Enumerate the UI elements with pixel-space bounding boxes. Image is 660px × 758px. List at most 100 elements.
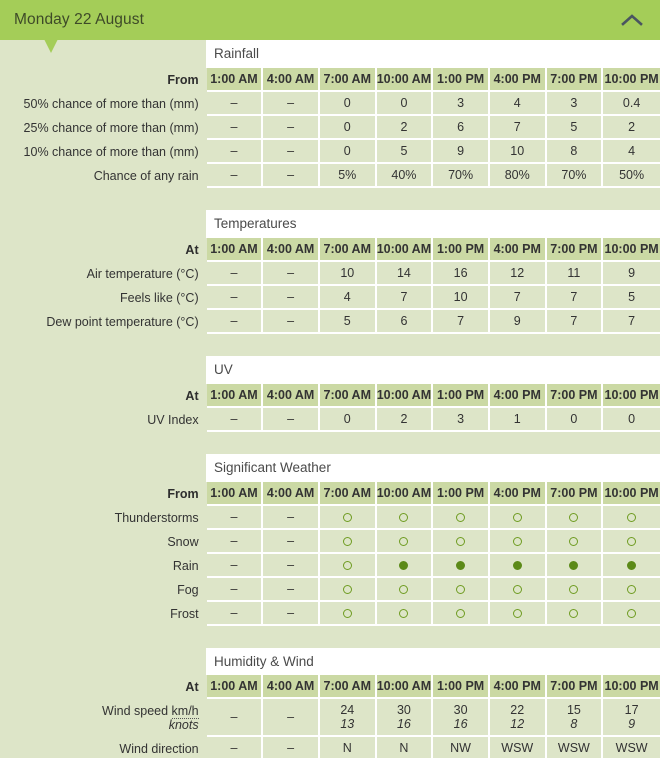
data-cell: 9 [489,309,547,334]
time-column-header: 4:00 AM [263,67,320,92]
time-column-header: 7:00 AM [319,67,377,92]
marker-open-icon [399,608,409,618]
time-column-header: 10:00 PM [603,675,660,700]
section-title: Rainfall [206,40,660,68]
data-cell: 7 [603,309,660,334]
marker-open-icon [456,512,466,522]
marker-open-icon [569,536,579,546]
data-cell: 15 8 [546,699,604,738]
data-cell: 0 [319,407,377,432]
marker-open-icon [342,512,352,522]
table-row: Thunderstorms – – [0,505,660,530]
marker-open-icon [342,536,352,546]
data-cell: WSW [603,737,660,758]
wind-speed-kmh-value: – [230,710,238,725]
row-label: UV Index [0,407,207,432]
wind-speed-knots-value: 16 [396,717,411,732]
data-cell: WSW [489,737,547,758]
data-cell: 7 [546,309,604,334]
wind-speed-kmh-value: 24 [340,703,355,717]
data-cell [546,553,604,578]
section-spacer-cell [0,333,660,356]
data-cell: – [206,309,264,334]
section-title: UV [206,355,660,384]
data-cell: 7 [489,115,547,140]
marker-open-icon [569,584,579,594]
data-cell: 5 [546,115,604,140]
row-label: Wind direction [0,737,207,758]
time-header-row: At 1:00 AM 4:00 AM 7:00 AM 10:00 AM 1:00 PM 4:… [0,383,660,408]
section-spacer [0,431,660,454]
data-cell: WSW [546,737,604,758]
table-row: Feels like (°C) – –4 7 10 7 7 5 [0,285,660,310]
row-label: Dew point temperature (°C) [0,309,207,334]
data-cell [603,577,660,602]
data-cell [376,553,434,578]
marker-open-icon [569,608,579,618]
data-cell: 2 [603,115,660,140]
time-column-header: 7:00 PM [546,383,604,408]
forecast-table: From 1:00 AM 4:00 AM 7:00 AM 10:00 AM 1:00 PM… [0,481,660,648]
data-cell: – [263,699,320,738]
data-cell: 40% [376,163,434,188]
row-label: 10% chance of more than (mm) [0,139,207,164]
time-axis-label: From [0,67,207,92]
data-cell [433,553,490,578]
data-cell: – [206,529,264,554]
marker-open-icon [456,608,466,618]
marker-open-icon [399,584,409,594]
row-label: Fog [0,577,207,602]
time-column-header: 1:00 AM [206,237,264,262]
data-cell: 6 [376,309,434,334]
section-title-spacer [0,40,206,68]
section-title-spacer [0,647,206,676]
data-cell: 9 [433,139,490,164]
forecast-table: From 1:00 AM 4:00 AM 7:00 AM 10:00 AM 1:00 PM… [0,67,660,210]
data-cell [603,601,660,626]
marker-open-icon [627,512,637,522]
marker-filled-icon [569,560,579,570]
data-cell: 10 [319,261,377,286]
time-column-header: 7:00 AM [319,481,377,506]
time-column-header: 4:00 PM [489,481,547,506]
row-label: 25% chance of more than (mm) [0,115,207,140]
data-cell [376,529,434,554]
forecast-table: At 1:00 AM 4:00 AM 7:00 AM 10:00 AM 1:00 PM 4:… [0,675,660,758]
data-cell: – [263,737,320,758]
time-column-header: 10:00 PM [603,67,660,92]
data-cell: – [206,163,264,188]
data-cell: 22 12 [489,699,547,738]
marker-filled-icon [399,560,409,570]
time-column-header: 7:00 AM [319,383,377,408]
marker-filled-icon [627,560,637,570]
data-cell [319,601,377,626]
marker-open-icon [569,512,579,522]
data-cell [489,577,547,602]
section-title-row: Rainfall [0,40,660,68]
data-cell: – [263,309,320,334]
data-cell: 3 [433,407,490,432]
data-cell [433,577,490,602]
section-rainfall: Rainfall From 1:00 AM 4:00 AM 7:00 AM 10:00 A… [0,40,660,210]
data-cell: – [263,91,320,116]
data-cell [433,601,490,626]
unit-knots-label: knots [168,718,199,733]
wind-speed-kmh-value: 30 [396,703,411,717]
data-cell: 4 [603,139,660,164]
data-cell [433,529,490,554]
wind-speed-knots-value: 13 [340,717,355,732]
day-title: Monday 22 August [14,11,144,29]
data-cell: – [263,115,320,140]
data-cell: 70% [433,163,490,188]
section-uv: UV At 1:00 AM 4:00 AM 7:00 AM 10:00 AM 1:00 PM… [0,355,660,454]
time-header-row: At 1:00 AM 4:00 AM 7:00 AM 10:00 AM 1:00 PM 4:… [0,237,660,262]
data-cell: 14 [376,261,434,286]
day-header-bar[interactable]: Monday 22 August [0,0,660,40]
row-label-primary: Wind speed km/h [102,704,199,719]
chevron-up-icon[interactable] [618,11,646,29]
time-column-header: 10:00 PM [603,383,660,408]
time-column-header: 1:00 AM [206,67,264,92]
time-header-row: At 1:00 AM 4:00 AM 7:00 AM 10:00 AM 1:00 PM 4:… [0,675,660,700]
data-cell [603,553,660,578]
data-cell: – [206,115,264,140]
